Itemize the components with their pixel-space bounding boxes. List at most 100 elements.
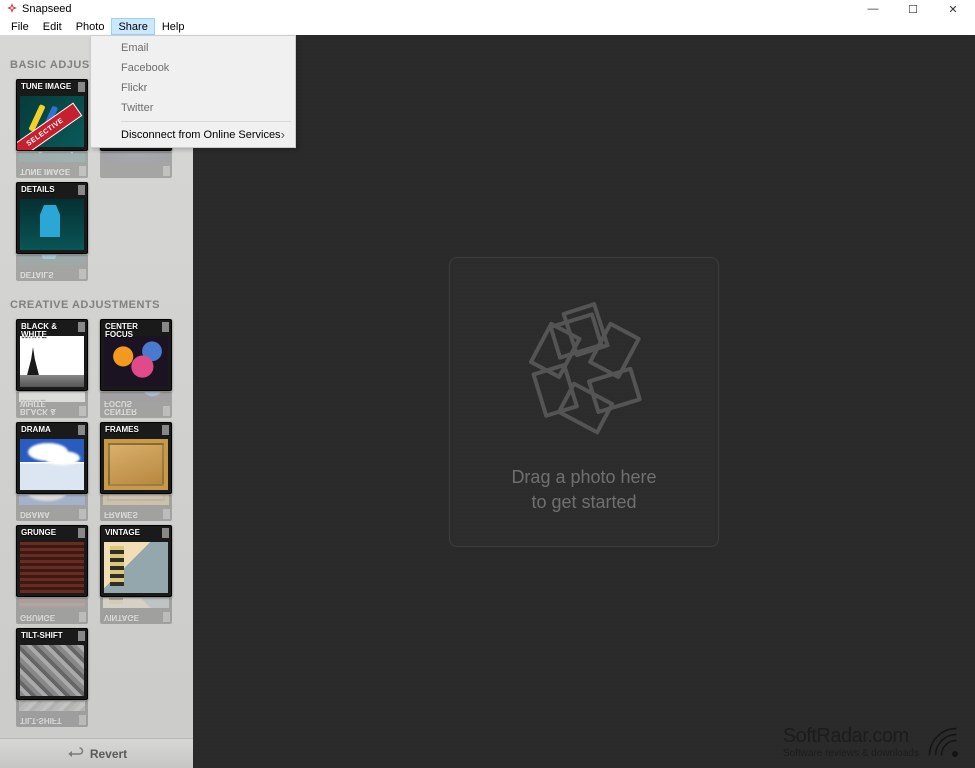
tile-handle-icon: [78, 322, 85, 332]
tile-card: CENTER FOCUS: [100, 392, 172, 418]
tile-handle-icon: [79, 269, 86, 279]
tile-center-focus[interactable]: CENTER FOCUS CENTER FOCUS: [100, 319, 172, 418]
tile-row: DRAMA DRAMA FRAMES FRAMES: [0, 422, 193, 525]
tile-thumb: [20, 199, 84, 250]
tile-thumb: [103, 152, 169, 162]
tile-handle-icon: [162, 425, 169, 435]
menu-help[interactable]: Help: [155, 18, 192, 35]
share-menu-flickr[interactable]: Flickr: [93, 78, 293, 98]
radar-icon: [925, 724, 961, 760]
tile-card: DRAMA: [16, 495, 88, 521]
tile-reflection: DRAMA: [16, 495, 88, 521]
tile-card: GRUNGE: [16, 598, 88, 624]
tile-thumb: [104, 336, 168, 387]
tile-handle-icon: [163, 612, 170, 622]
tile-handle-icon: [79, 715, 86, 725]
close-button[interactable]: ✕: [933, 0, 973, 18]
share-menu-disconnect[interactable]: Disconnect from Online Services: [93, 125, 293, 145]
tile-reflection: DETAILS: [16, 255, 88, 281]
tile-label: DRAMA: [20, 510, 78, 518]
tile-thumb: [103, 598, 169, 608]
tile-card: DETAILS: [16, 182, 88, 254]
tile-tilt-shift[interactable]: TILT-SHIFT TILT-SHIFT: [16, 628, 88, 727]
share-dropdown: EmailFacebookFlickrTwitter Disconnect fro…: [90, 35, 296, 148]
tile-card: VINTAGE: [100, 598, 172, 624]
tile-reflection: GRUNGE: [16, 598, 88, 624]
dropzone[interactable]: Drag a photo here to get started: [449, 257, 719, 547]
revert-button[interactable]: Revert: [0, 738, 193, 768]
menu-separator: [121, 121, 291, 122]
tile-handle-icon: [79, 509, 86, 519]
menu-edit[interactable]: Edit: [36, 18, 69, 35]
tile-label: TUNE IMAGE: [21, 83, 77, 91]
tile-label: FRAMES: [105, 426, 161, 434]
tile-handle-icon: [163, 166, 170, 176]
drop-text: Drag a photo here to get started: [511, 465, 656, 514]
tile-card: [100, 152, 172, 178]
tile-card: FRAMES: [100, 495, 172, 521]
tile-card: BLACK & WHITE: [16, 392, 88, 418]
watermark: SoftRadar.com Software reviews & downloa…: [783, 724, 961, 760]
tile-label: DETAILS: [21, 186, 77, 194]
canvas-area[interactable]: Drag a photo here to get started SoftRad…: [193, 35, 975, 768]
tile-thumb: [19, 598, 85, 608]
revert-label: Revert: [90, 747, 127, 761]
minimize-button[interactable]: —: [853, 0, 893, 18]
revert-icon: [66, 747, 84, 761]
tile-handle-icon: [79, 612, 86, 622]
tile-handle-icon: [79, 406, 86, 416]
tile-handle-icon: [162, 528, 169, 538]
drop-text-line1: Drag a photo here: [511, 465, 656, 489]
tile-card: FRAMES: [100, 422, 172, 494]
tile-details[interactable]: DETAILS DETAILS: [16, 182, 88, 281]
tile-card: TILT-SHIFT: [16, 628, 88, 700]
share-menu-facebook[interactable]: Facebook: [93, 58, 293, 78]
tile-card: GRUNGE: [16, 525, 88, 597]
tile-thumb: [19, 701, 85, 711]
tile-thumb: [20, 645, 84, 696]
tile-label: VINTAGE: [105, 529, 161, 537]
menu-file[interactable]: File: [4, 18, 36, 35]
tile-card: DRAMA: [16, 422, 88, 494]
tile-tune-image[interactable]: TUNE IMAGESELECTIVETUNE IMAGESELECTIVE: [16, 79, 88, 178]
tile-thumb: [19, 255, 85, 265]
tile-reflection: BLACK & WHITE: [16, 392, 88, 418]
drop-text-line2: to get started: [511, 490, 656, 514]
tile-thumb: [104, 542, 168, 593]
tile-thumb: [19, 495, 85, 505]
tile-row: TILT-SHIFT TILT-SHIFT: [0, 628, 193, 731]
menu-photo[interactable]: Photo: [69, 18, 112, 35]
tile-label: TUNE IMAGE: [20, 167, 78, 175]
window-controls: — ☐ ✕: [853, 0, 973, 18]
tile-card: VINTAGE: [100, 525, 172, 597]
tile-thumb: [103, 495, 169, 505]
tile-label: CENTER FOCUS: [105, 323, 161, 340]
tile-handle-icon: [78, 82, 85, 92]
tile-label: GRUNGE: [20, 613, 78, 621]
tile-thumb: [19, 152, 85, 162]
tile-frames[interactable]: FRAMES FRAMES: [100, 422, 172, 521]
tile-handle-icon: [163, 406, 170, 416]
app-title: Snapseed: [22, 3, 72, 15]
tile-handle-icon: [162, 322, 169, 332]
tile-grunge[interactable]: GRUNGE GRUNGE: [16, 525, 88, 624]
watermark-title: SoftRadar.com: [783, 725, 919, 748]
tile-drama[interactable]: DRAMA DRAMA: [16, 422, 88, 521]
tile-card: TUNE IMAGESELECTIVE: [16, 79, 88, 151]
tile-label: CENTER FOCUS: [104, 398, 162, 415]
tile-label: DRAMA: [21, 426, 77, 434]
tile-reflection: CENTER FOCUS: [100, 392, 172, 418]
share-menu-email[interactable]: Email: [93, 38, 293, 58]
tile-vintage[interactable]: VINTAGE VINTAGE: [100, 525, 172, 624]
menu-share[interactable]: Share: [111, 18, 154, 35]
share-menu-twitter[interactable]: Twitter: [93, 98, 293, 118]
tile-row: GRUNGE GRUNGE VINTAGE VINTAGE: [0, 525, 193, 628]
app-icon: [6, 3, 18, 15]
tile-label: TILT-SHIFT: [21, 632, 77, 640]
pinwheel-icon: [504, 289, 664, 439]
tile-card: TILT-SHIFT: [16, 701, 88, 727]
tile-reflection: [100, 152, 172, 178]
maximize-button[interactable]: ☐: [893, 0, 933, 18]
tile-reflection: VINTAGE: [100, 598, 172, 624]
tile-black-white[interactable]: BLACK & WHITEBLACK & WHITE: [16, 319, 88, 418]
